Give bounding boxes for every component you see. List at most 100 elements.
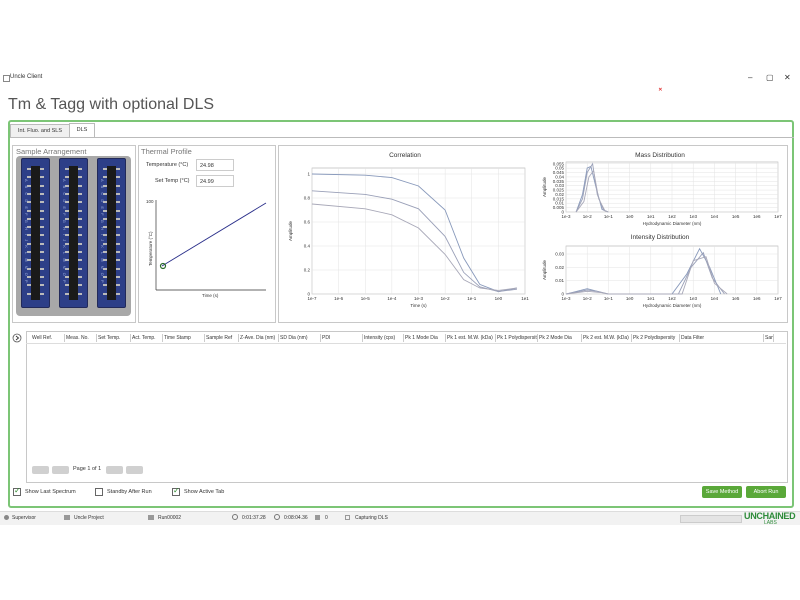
column-divider [581, 334, 582, 342]
logout-button[interactable]: Logout [538, 86, 578, 95]
state-icon [345, 515, 350, 520]
window-titlebar: Uncle Client – ▢ ✕ [0, 72, 800, 86]
x-tick-label: 1e-3 [561, 214, 571, 219]
plate-pin [103, 176, 107, 179]
cfr-status-icon: ✕ [658, 87, 663, 93]
show-active-tab-label: Show Active Tab [184, 489, 225, 495]
standby-after-run-checkbox[interactable] [95, 488, 103, 496]
sample-plate-2[interactable]: A B C D E F G H I J K L M N O P [59, 158, 88, 308]
app-icon [3, 75, 10, 82]
column-divider [130, 334, 131, 342]
plate-pin [116, 251, 120, 253]
x-tick-label: 1e-1 [604, 296, 614, 301]
x-tick-label: 1e4 [711, 214, 719, 219]
table-column-header[interactable]: Z-Ave. Dia (nm) [240, 334, 278, 343]
x-tick-label: 1e1 [647, 296, 655, 301]
close-icon[interactable]: ✕ [784, 73, 791, 82]
plate-pin [40, 242, 44, 245]
x-tick-label: 1e0 [626, 214, 634, 219]
show-last-spectrum-checkbox[interactable] [13, 486, 21, 496]
expand-table-button[interactable] [12, 330, 24, 343]
save-method-button[interactable]: Save Method [702, 486, 742, 498]
prev-page-button[interactable] [52, 466, 69, 474]
y-tick-label: 0.4 [304, 244, 311, 249]
plate-pin [103, 292, 107, 295]
x-tick-label: 1e2 [668, 296, 676, 301]
lock-button[interactable]: Lock [582, 86, 622, 95]
table-column-header[interactable]: Intensity (cps) [364, 334, 403, 343]
results-table[interactable] [26, 331, 788, 483]
plate-pin [116, 259, 120, 262]
x-tick-label: 1e5 [732, 296, 740, 301]
table-column-header[interactable]: Data Filter [681, 334, 763, 343]
y-tick-label: 0.055 [553, 161, 565, 166]
table-column-header[interactable]: Meas. No. [66, 334, 96, 343]
maximize-icon[interactable]: ▢ [766, 73, 774, 82]
x-tick-label: 1e-1 [604, 214, 614, 219]
table-column-header[interactable]: Pk 1 est. M.W. (kDa) [447, 334, 495, 343]
next-page-button[interactable] [106, 466, 123, 474]
tab-dls[interactable]: DLS [69, 123, 95, 138]
last-page-button[interactable] [126, 466, 143, 474]
plate-pin [78, 192, 82, 195]
table-column-header[interactable]: Set Temp. [98, 334, 130, 343]
plate-pin [116, 201, 120, 204]
column-divider [278, 334, 279, 342]
minimize-icon[interactable]: – [748, 73, 752, 82]
x-axis-label: Hydrodynamic Diameter (nm) [643, 303, 702, 308]
table-column-header[interactable]: Act. Temp. [132, 334, 162, 343]
top-toolbar: Main Menu Logout Lock CFR 21p11 ✕ Open D… [0, 86, 800, 96]
table-column-header[interactable]: Well Ref. [32, 334, 64, 343]
plate-row-labels: A B C D E F G H I J K L M N O P [24, 179, 29, 285]
table-column-header[interactable]: San [765, 334, 773, 343]
y-tick-label: 0.035 [553, 179, 565, 184]
standby-button[interactable]: Standby [715, 86, 755, 95]
x-tick-label: 1e-5 [361, 296, 371, 301]
first-page-button[interactable] [32, 466, 49, 474]
plate-pin [78, 226, 82, 229]
table-header-divider [26, 343, 786, 344]
plate-pin [27, 168, 31, 170]
correlation-title: Correlation [389, 152, 421, 159]
y-tick-label: 0.03 [555, 183, 564, 188]
table-column-header[interactable]: Pk 2 est. M.W. (kDa) [583, 334, 631, 343]
abort-run-button[interactable]: Abort Run [746, 486, 786, 498]
correlation-chart: 1e-7 1e-6 1e-5 1e-4 1e-3 1e-2 1e-1 1e0 1e100.20.… [288, 167, 529, 308]
temperature-label: Temperature (°C) [146, 162, 189, 168]
plate-pin [65, 284, 69, 287]
table-column-header[interactable]: Pk 1 Mode Dia [405, 334, 445, 343]
sample-plate-3[interactable]: A B C D E F G H I J K L M N O P [97, 158, 126, 308]
table-column-header[interactable]: Sample Ref [206, 334, 238, 343]
x-tick-label: 1e3 [689, 214, 697, 219]
table-column-header[interactable]: Time Stamp [164, 334, 204, 343]
y-tick-label: 0.2 [304, 268, 311, 273]
table-column-header[interactable]: Pk 1 Polydispersity [497, 334, 537, 343]
x-tick-label: 1e-3 [561, 296, 571, 301]
about-button[interactable]: About [758, 86, 798, 95]
table-column-header[interactable]: Pk 2 Mode Dia [539, 334, 581, 343]
timer-icon [274, 514, 280, 520]
column-divider [204, 334, 205, 342]
tab-int-fluo-sls[interactable]: Int. Fluo. and SLS [10, 124, 70, 138]
temperature-ramp-line [161, 202, 267, 267]
status-count: 0 [325, 515, 328, 521]
show-active-tab-checkbox[interactable] [172, 486, 180, 496]
x-tick-label: 1e5 [732, 214, 740, 219]
table-column-header[interactable]: Pk 2 Polydispersity [633, 334, 679, 343]
x-tick-label: 1e-2 [583, 296, 593, 301]
plate-pin [40, 267, 44, 270]
column-divider [773, 334, 774, 342]
set-temp-field[interactable]: 24.99 [196, 175, 234, 187]
x-tick-label: 1e-7 [307, 296, 317, 301]
table-column-header[interactable]: SD Dia (nm) [280, 334, 320, 343]
sample-plate-1[interactable]: A B C D E F G H I J K L M N O P [21, 158, 50, 308]
open-door-button[interactable]: Open Door [672, 86, 712, 95]
plate-pin [78, 259, 82, 262]
plate-pin [27, 292, 31, 295]
cfr-button[interactable]: CFR 21p11 ✕ [626, 86, 668, 95]
x-tick-label: 1e1 [647, 214, 655, 219]
plate-pin [78, 242, 82, 245]
plate-pin [78, 201, 82, 204]
main-menu-button[interactable]: Main Menu [492, 86, 534, 95]
table-column-header[interactable]: PDI [322, 334, 362, 343]
